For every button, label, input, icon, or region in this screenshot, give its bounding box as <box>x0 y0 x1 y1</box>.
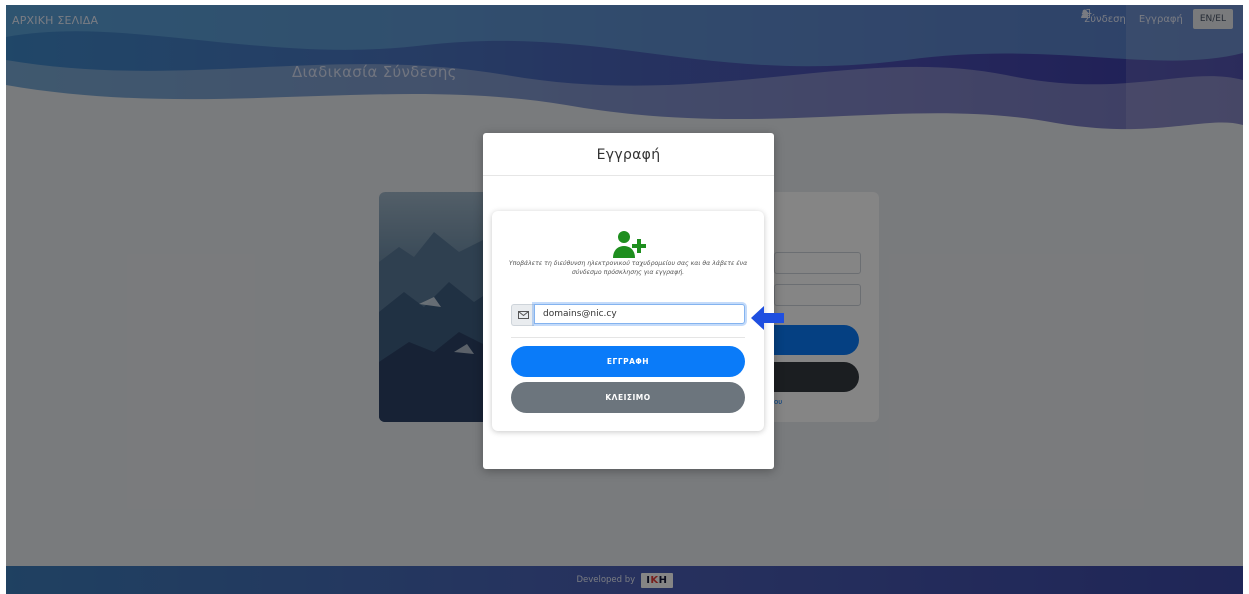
arrow-left-icon <box>751 305 785 335</box>
app-window: ΑΡΧΙΚΗ ΣΕΛΙΔΑ Σύνδεση Εγγραφή EN/EL Διαδ… <box>6 5 1243 594</box>
user-plus-icon <box>613 230 647 258</box>
email-input-group <box>511 304 745 326</box>
email-input[interactable] <box>534 304 745 324</box>
close-button[interactable]: ΚΛΕΙΣΙΜΟ <box>511 382 745 413</box>
envelope-icon <box>511 304 534 326</box>
register-modal: Εγγραφή Υποβάλετε τη διεύθυνση ηλεκτρονι… <box>483 133 774 469</box>
form-divider <box>511 337 745 338</box>
modal-title: Εγγραφή <box>596 147 661 163</box>
instructions-text: Υποβάλετε τη διεύθυνση ηλεκτρονικού ταχυ… <box>508 260 748 276</box>
register-button[interactable]: ΕΓΓΡΑΦΗ <box>511 346 745 377</box>
modal-header: Εγγραφή <box>483 133 774 176</box>
register-form-card: Υποβάλετε τη διεύθυνση ηλεκτρονικού ταχυ… <box>492 211 764 431</box>
